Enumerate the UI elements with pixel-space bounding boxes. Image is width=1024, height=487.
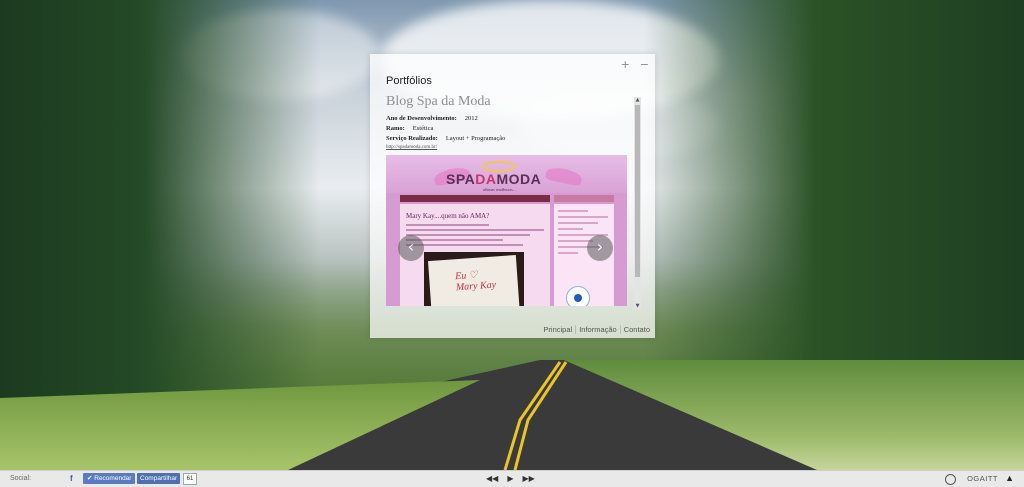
meta-value: Estética <box>412 125 434 132</box>
next-arrow-button[interactable]: › <box>587 235 613 261</box>
screenshot-search <box>554 195 614 202</box>
site-link[interactable]: http://spadamoda.com.br/ <box>386 145 634 150</box>
panel-title: Portfólios <box>386 75 432 87</box>
portfolio-panel: + − Portfólios Blog Spa da Moda Ano de D… <box>370 54 655 338</box>
scroll-top-icon[interactable]: ▲ <box>1005 473 1014 483</box>
window-controls: + − <box>621 58 649 71</box>
tab-principal[interactable]: Principal <box>540 325 575 334</box>
music-player: ◀◀ ▶ ▶▶ <box>486 474 535 483</box>
meta-row: Serviço Realizado: Layout + Programação <box>386 134 634 144</box>
meta-label: Serviço Realizado: <box>386 135 438 142</box>
meta-label: Ano de Desenvolvimento: <box>386 115 457 122</box>
prev-arrow-button[interactable]: ‹ <box>398 235 424 261</box>
logo-part: SPA <box>446 171 476 187</box>
website-screenshot: SPADAMODA ultimas tendências... Mary Kay… <box>386 155 627 306</box>
screenshot-nav <box>400 195 550 202</box>
meta-value: Layout + Programação <box>445 135 506 142</box>
portfolio-content: Blog Spa da Moda Ano de Desenvolvimento:… <box>386 94 634 306</box>
blog-title: Blog Spa da Moda <box>386 94 491 109</box>
image-text: Eu ♡ Mary Kay <box>454 269 497 294</box>
social-label: Social: <box>10 475 32 482</box>
minimize-icon[interactable]: − <box>640 58 649 71</box>
next-track-icon[interactable]: ▶▶ <box>522 474 534 483</box>
scroll-thumb[interactable] <box>635 105 640 277</box>
brand-name: OGAITT <box>967 474 998 483</box>
post-title: Mary Kay....quem não AMA? <box>406 212 490 220</box>
maximize-icon[interactable]: + <box>621 58 630 71</box>
facebook-icon[interactable]: f <box>70 474 73 483</box>
forest-left <box>0 0 320 400</box>
share-button[interactable]: Compartilhar <box>137 473 181 484</box>
screenshot-logo: SPADAMODA <box>446 171 541 187</box>
bottom-bar: Social: f ✔ Recomendar Compartilhar 61 ◀… <box>0 470 1024 487</box>
post-image: Eu ♡ Mary Kay <box>424 252 524 306</box>
play-icon[interactable]: ▶ <box>507 474 513 483</box>
badge-icon <box>566 286 590 306</box>
scroll-up-icon[interactable]: ▲ <box>634 97 641 103</box>
meta-row: Ano de Desenvolvimento: 2012 <box>386 114 634 124</box>
post-text-lines <box>406 224 544 249</box>
recommend-button[interactable]: ✔ Recomendar <box>83 473 136 484</box>
tab-contato[interactable]: Contato <box>619 325 653 334</box>
logo-part: MODA <box>496 171 542 187</box>
previous-track-icon[interactable]: ◀◀ <box>486 474 498 483</box>
logo-part: DA <box>475 171 497 187</box>
paper-card: Eu ♡ Mary Kay <box>428 255 520 306</box>
forest-right <box>644 0 1024 390</box>
tab-informacao[interactable]: Informação <box>575 325 620 334</box>
screenshot-tagline: ultimas tendências... <box>483 187 516 192</box>
meta-label: Ramo: <box>386 125 405 132</box>
meta-row: Ramo: Estética <box>386 124 634 134</box>
screenshot-post: Mary Kay....quem não AMA? Eu ♡ Mary Kay <box>400 204 550 306</box>
meta-value: 2012 <box>464 115 478 122</box>
panel-tabs: Principal Informação Contato <box>540 325 653 334</box>
content-scrollbar[interactable]: ▲ ▼ <box>634 97 641 309</box>
share-count: 61 <box>183 473 197 485</box>
scroll-down-icon[interactable]: ▼ <box>634 303 641 309</box>
brand-logo-icon <box>945 474 956 485</box>
